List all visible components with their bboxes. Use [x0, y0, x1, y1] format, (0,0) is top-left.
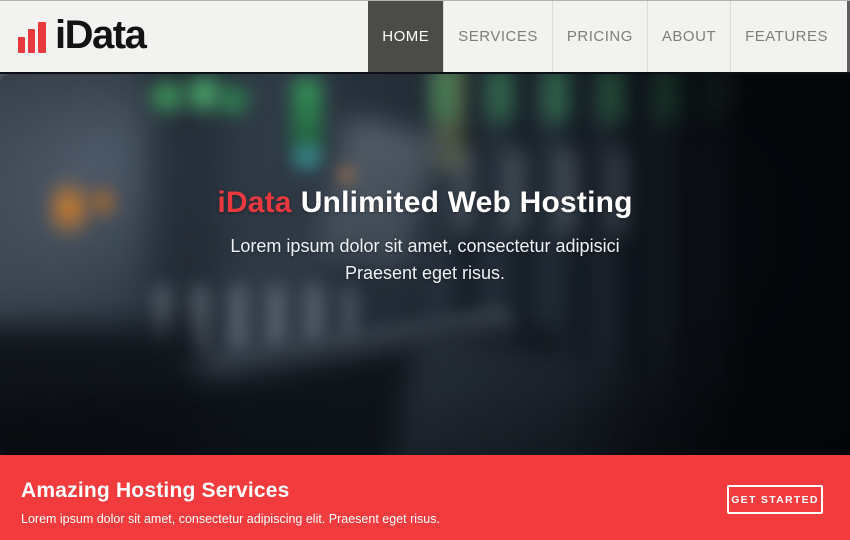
cta-text-block: Amazing Hosting Services Lorem ipsum dol… [0, 455, 850, 526]
hero-title: iData Unlimited Web Hosting [0, 186, 850, 220]
hero-title-rest: Unlimited Web Hosting [301, 186, 633, 219]
hero-subtitle-line1: Lorem ipsum dolor sit amet, consectetur … [230, 236, 619, 256]
main-nav: HOME SERVICES PRICING ABOUT FEATURES [368, 1, 842, 72]
hero-subtitle: Lorem ipsum dolor sit amet, consectetur … [0, 233, 850, 287]
nav-item-features[interactable]: FEATURES [730, 1, 842, 72]
logo[interactable]: iData [0, 1, 145, 72]
logo-text: iData [55, 15, 145, 59]
hero-content: iData Unlimited Web Hosting Lorem ipsum d… [0, 74, 850, 287]
nav-item-pricing[interactable]: PRICING [552, 1, 647, 72]
header: iData HOME SERVICES PRICING ABOUT FEATUR… [0, 0, 850, 72]
get-started-button[interactable]: GET STARTED [727, 485, 823, 514]
bar-chart-icon [18, 21, 46, 53]
nav-item-home[interactable]: HOME [368, 1, 443, 72]
nav-item-services[interactable]: SERVICES [443, 1, 552, 72]
hero-subtitle-line2: Praesent eget risus. [345, 263, 505, 283]
cta-description: Lorem ipsum dolor sit amet, consectetur … [21, 512, 850, 526]
cta-heading: Amazing Hosting Services [21, 479, 850, 503]
nav-item-about[interactable]: ABOUT [647, 1, 730, 72]
hero-section: iData Unlimited Web Hosting Lorem ipsum d… [0, 72, 850, 455]
hero-title-accent: iData [217, 186, 291, 219]
cta-banner: Amazing Hosting Services Lorem ipsum dol… [0, 455, 850, 540]
page: iData HOME SERVICES PRICING ABOUT FEATUR… [0, 0, 850, 540]
